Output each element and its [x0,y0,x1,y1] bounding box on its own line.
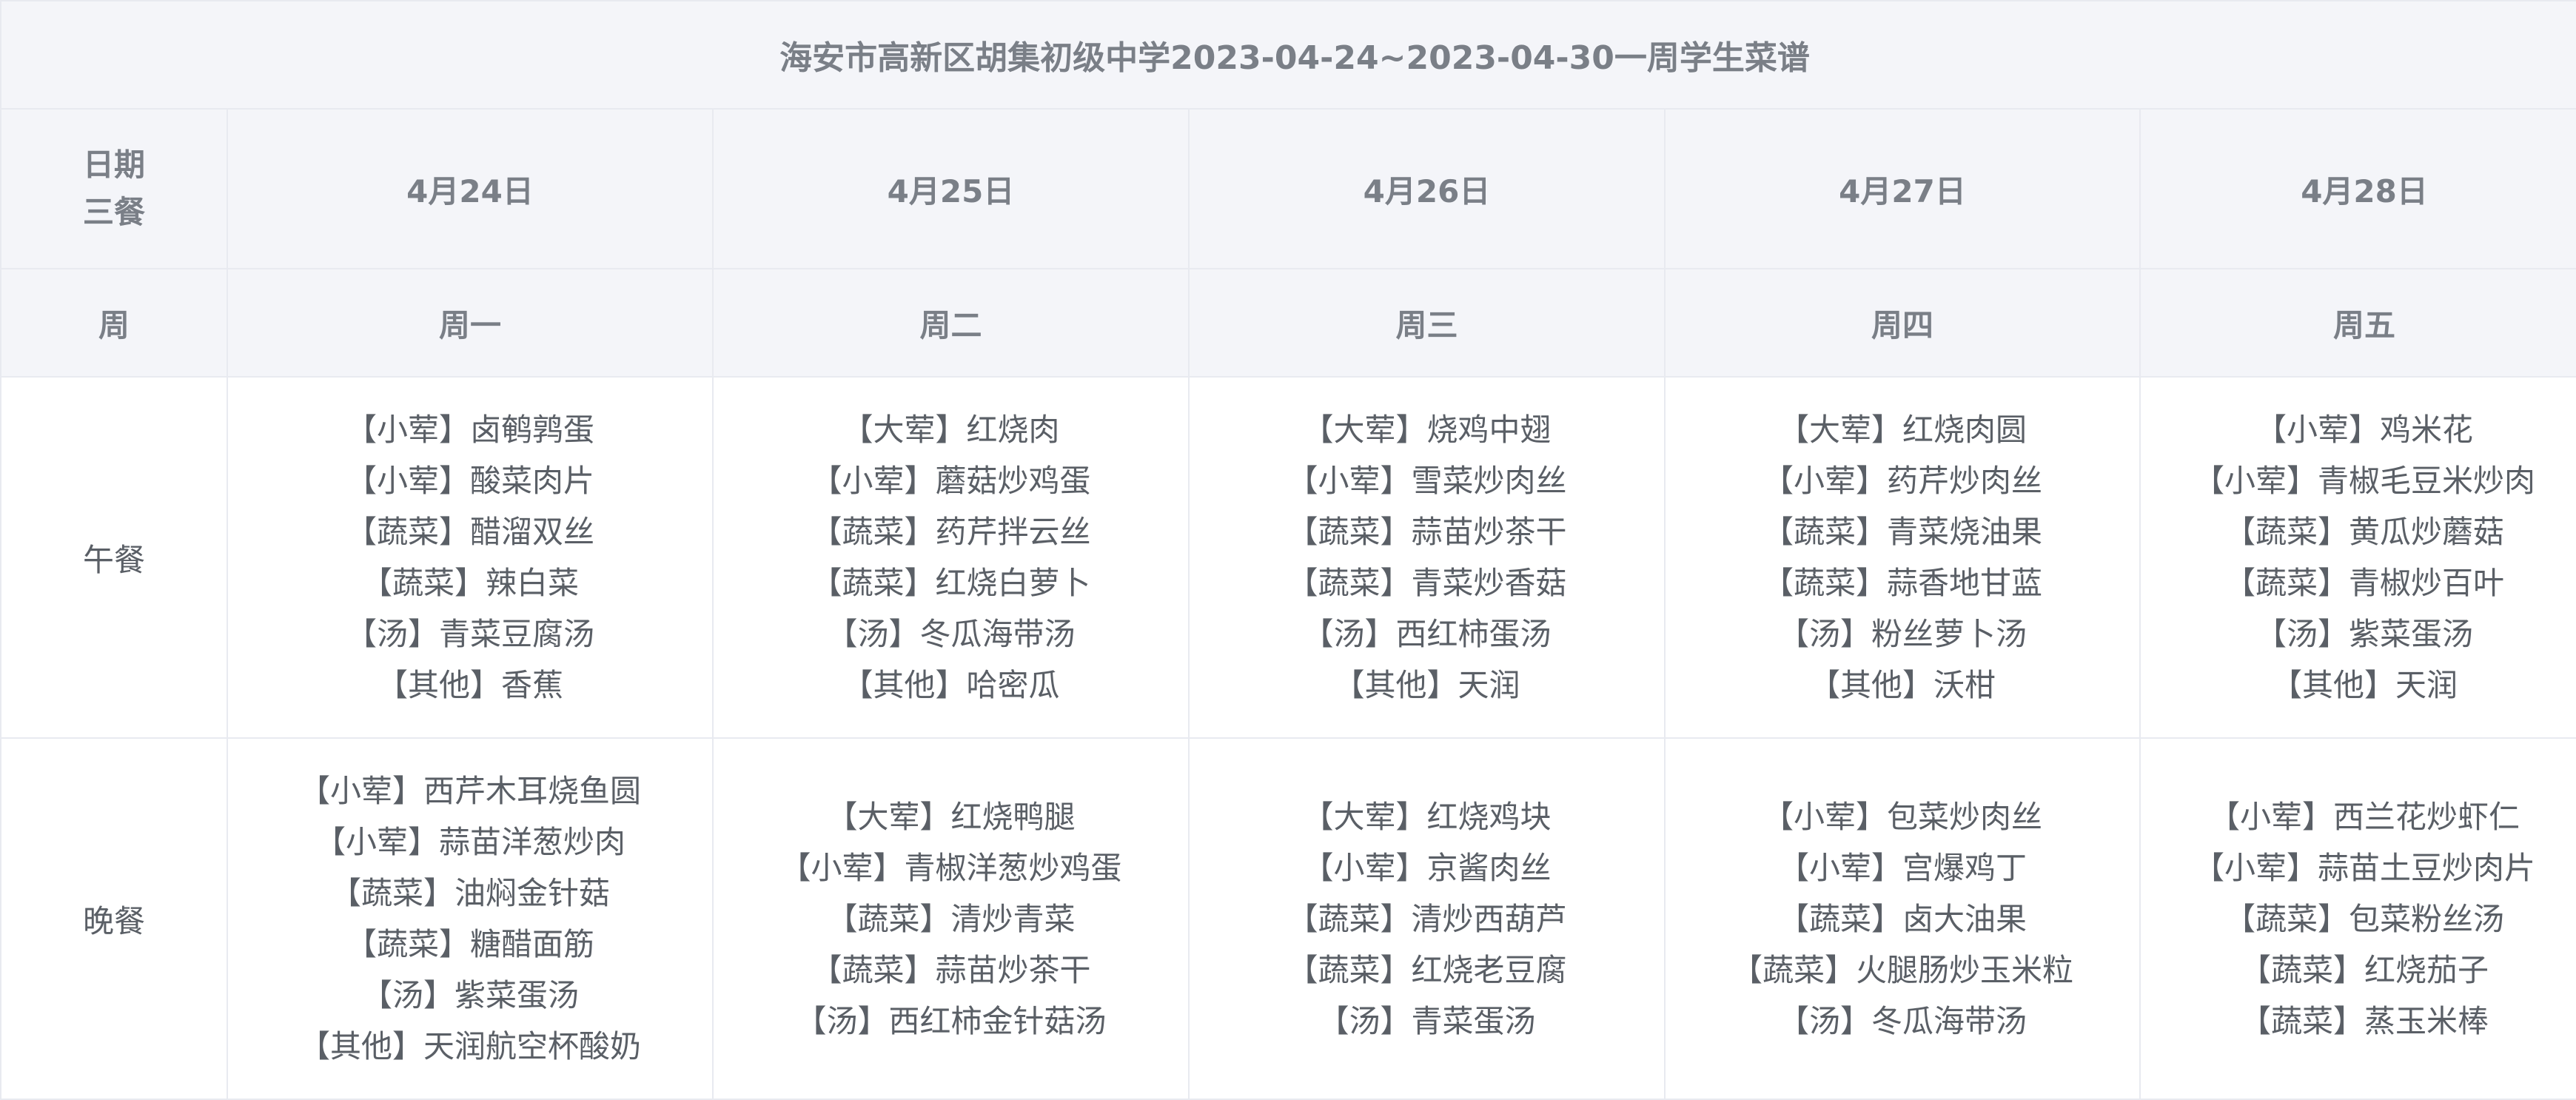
dish-item: 【汤】青菜蛋汤 [1318,1002,1536,1039]
dish-item: 【小荤】京酱肉丝 [1302,849,1552,886]
dish-item: 【汤】紫菜蛋汤 [2255,616,2474,652]
dish-item: 【蔬菜】辣白菜 [360,565,579,601]
dish-item: 【汤】紫菜蛋汤 [360,977,579,1013]
date-meal-header: 日期 三餐 [0,108,228,269]
date-cell-fri: 4月28日 [2139,108,2576,269]
date-label: 日期 [82,147,145,183]
dish-item: 【大荤】红烧肉圆 [1777,412,2027,448]
dish-item: 【小荤】雪菜炒肉丝 [1287,463,1567,499]
dish-item: 【蔬菜】青菜烧油果 [1762,514,2042,550]
weekday-cell-mon: 周一 [227,268,714,378]
dinner-row: 晚餐 【小荤】西芹木耳烧鱼圆 【小荤】蒜苗洋葱炒肉 【蔬菜】油焖金针菇 【蔬菜】糖醋面… [0,737,2576,1100]
dish-item: 【其他】天润航空杯酸奶 [298,1028,641,1064]
dish-item: 【蔬菜】红烧老豆腐 [1287,951,1567,988]
dish-item: 【大荤】红烧鸡块 [1302,798,1552,835]
dish-item: 【小荤】包菜炒肉丝 [1762,798,2042,835]
dish-item: 【蔬菜】卤大油果 [1777,900,2027,937]
dish-item: 【小荤】酸菜肉片 [345,463,594,499]
dinner-cell-wed: 【大荤】红烧鸡块 【小荤】京酱肉丝 【蔬菜】清炒西葫芦 【蔬菜】红烧老豆腐 【汤】青菜蛋… [1188,737,1666,1100]
lunch-cell-tue: 【大荤】红烧肉 【小荤】蘑菇炒鸡蛋 【蔬菜】药芹拌云丝 【蔬菜】红烧白萝卜 【汤】冬瓜海… [712,376,1190,739]
dish-item: 【蔬菜】清炒青菜 [826,900,1076,937]
dinner-cell-tue: 【大荤】红烧鸭腿【小荤】青椒洋葱炒鸡蛋 【蔬菜】清炒青菜 【蔬菜】蒜苗炒茶干 【汤】西… [712,737,1190,1100]
lunch-label: 午餐 [0,376,228,739]
weekday-cell-wed: 周三 [1188,268,1666,378]
menu-title: 海安市高新区胡集初级中学2023-04-24~2023-04-30一周学生菜谱 [0,0,2576,110]
dish-item: 【蔬菜】醋溜双丝 [345,514,594,550]
date-cell-wed: 4月26日 [1188,108,1666,269]
dish-item: 【小荤】青椒洋葱炒鸡蛋 [779,849,1122,886]
dish-item: 【小荤】西兰花炒虾仁 [2209,798,2520,835]
lunch-cell-thu: 【大荤】红烧肉圆 【小荤】药芹炒肉丝 【蔬菜】青菜烧油果 【蔬菜】蒜香地甘蓝 【汤】粉丝… [1664,376,2141,739]
date-row: 日期 三餐 4月24日 4月25日 4月26日 4月27日 4月28日 [0,108,2576,269]
dish-item: 【汤】西红柿金针菇汤 [795,1002,1107,1039]
dish-item: 【小荤】宫爆鸡丁 [1777,849,2027,886]
dish-item: 【蔬菜】包菜粉丝汤 [2224,900,2505,937]
dish-item: 【小荤】蒜苗洋葱炒肉 [314,824,625,860]
dish-item: 【小荤】蘑菇炒鸡蛋 [811,463,1091,499]
dish-item: 【汤】青菜豆腐汤 [345,616,594,652]
dish-item: 【大荤】红烧鸭腿 [826,798,1076,835]
dish-item: 【蔬菜】火腿肠炒玉米粒 [1731,951,2073,988]
dish-item: 【汤】冬瓜海带汤 [1777,1002,2027,1039]
dish-item: 【蔬菜】青椒炒百叶 [2224,565,2505,601]
dish-item: 【蔬菜】蒜香地甘蓝 [1762,565,2042,601]
dish-item: 【蔬菜】油焖金针菇 [329,875,610,911]
dish-item: 【小荤】卤鹌鹑蛋 [345,412,594,448]
dish-item: 【蔬菜】蒜苗炒茶干 [1287,514,1567,550]
dish-item: 【其他】天润 [1333,667,1520,703]
dish-item: 【小荤】青椒毛豆米炒肉 [2193,463,2536,499]
dish-item: 【蔬菜】蒜苗炒茶干 [811,951,1091,988]
dish-item: 【汤】西红柿蛋汤 [1302,616,1552,652]
dish-item: 【小荤】蒜苗土豆炒肉片 [2193,849,2536,886]
dish-item: 【蔬菜】黄瓜炒蘑菇 [2224,514,2505,550]
dish-item: 【小荤】西芹木耳烧鱼圆 [298,773,641,809]
lunch-row: 午餐 【小荤】卤鹌鹑蛋 【小荤】酸菜肉片 【蔬菜】醋溜双丝 【蔬菜】辣白菜 【汤】青菜豆… [0,376,2576,739]
weekday-cell-fri: 周五 [2139,268,2576,378]
dinner-label: 晚餐 [0,737,228,1100]
meal-label: 三餐 [82,194,145,230]
dish-item: 【大荤】红烧肉 [842,412,1060,448]
dish-item: 【蔬菜】青菜炒香菇 [1287,565,1567,601]
dish-item: 【蔬菜】清炒西葫芦 [1287,900,1567,937]
dish-item: 【蔬菜】糖醋面筋 [345,926,594,962]
title-row: 海安市高新区胡集初级中学2023-04-24~2023-04-30一周学生菜谱 [0,0,2576,110]
dinner-cell-fri: 【小荤】西兰花炒虾仁 【小荤】蒜苗土豆炒肉片 【蔬菜】包菜粉丝汤 【蔬菜】红烧茄子 【蔬… [2139,737,2576,1100]
date-cell-thu: 4月27日 [1664,108,2141,269]
lunch-cell-mon: 【小荤】卤鹌鹑蛋 【小荤】酸菜肉片 【蔬菜】醋溜双丝 【蔬菜】辣白菜 【汤】青菜豆腐汤【… [227,376,714,739]
dish-item: 【汤】冬瓜海带汤 [826,616,1076,652]
dish-item: 【其他】天润 [2271,667,2458,703]
dish-item: 【蔬菜】红烧茄子 [2240,951,2489,988]
dish-item: 【蔬菜】蒸玉米棒 [2240,1002,2489,1039]
dish-item: 【其他】哈密瓜 [842,667,1060,703]
date-cell-mon: 4月24日 [227,108,714,269]
lunch-cell-wed: 【大荤】烧鸡中翅 【小荤】雪菜炒肉丝 【蔬菜】蒜苗炒茶干 【蔬菜】青菜炒香菇 【汤】西红… [1188,376,1666,739]
dish-item: 【大荤】烧鸡中翅 [1302,412,1552,448]
dish-item: 【其他】香蕉 [376,667,563,703]
dish-item: 【小荤】药芹炒肉丝 [1762,463,2042,499]
weekday-cell-tue: 周二 [712,268,1190,378]
dish-item: 【小荤】鸡米花 [2255,412,2474,448]
date-cell-tue: 4月25日 [712,108,1190,269]
dish-item: 【蔬菜】药芹拌云丝 [811,514,1091,550]
weekly-menu-table: 海安市高新区胡集初级中学2023-04-24~2023-04-30一周学生菜谱 … [0,0,2576,1100]
dinner-cell-mon: 【小荤】西芹木耳烧鱼圆 【小荤】蒜苗洋葱炒肉 【蔬菜】油焖金针菇 【蔬菜】糖醋面筋 【汤… [227,737,714,1100]
dish-item: 【汤】粉丝萝卜汤 [1777,616,2027,652]
dish-item: 【其他】沃柑 [1808,667,1996,703]
weekday-cell-thu: 周四 [1664,268,2141,378]
weekday-row: 周 周一 周二 周三 周四 周五 [0,268,2576,378]
dish-item: 【蔬菜】红烧白萝卜 [811,565,1091,601]
week-label: 周 [0,268,228,378]
dinner-cell-thu: 【小荤】包菜炒肉丝 【小荤】宫爆鸡丁 【蔬菜】卤大油果【蔬菜】火腿肠炒玉米粒 【汤】冬… [1664,737,2141,1100]
lunch-cell-fri: 【小荤】鸡米花【小荤】青椒毛豆米炒肉 【蔬菜】黄瓜炒蘑菇 【蔬菜】青椒炒百叶 【汤】紫… [2139,376,2576,739]
